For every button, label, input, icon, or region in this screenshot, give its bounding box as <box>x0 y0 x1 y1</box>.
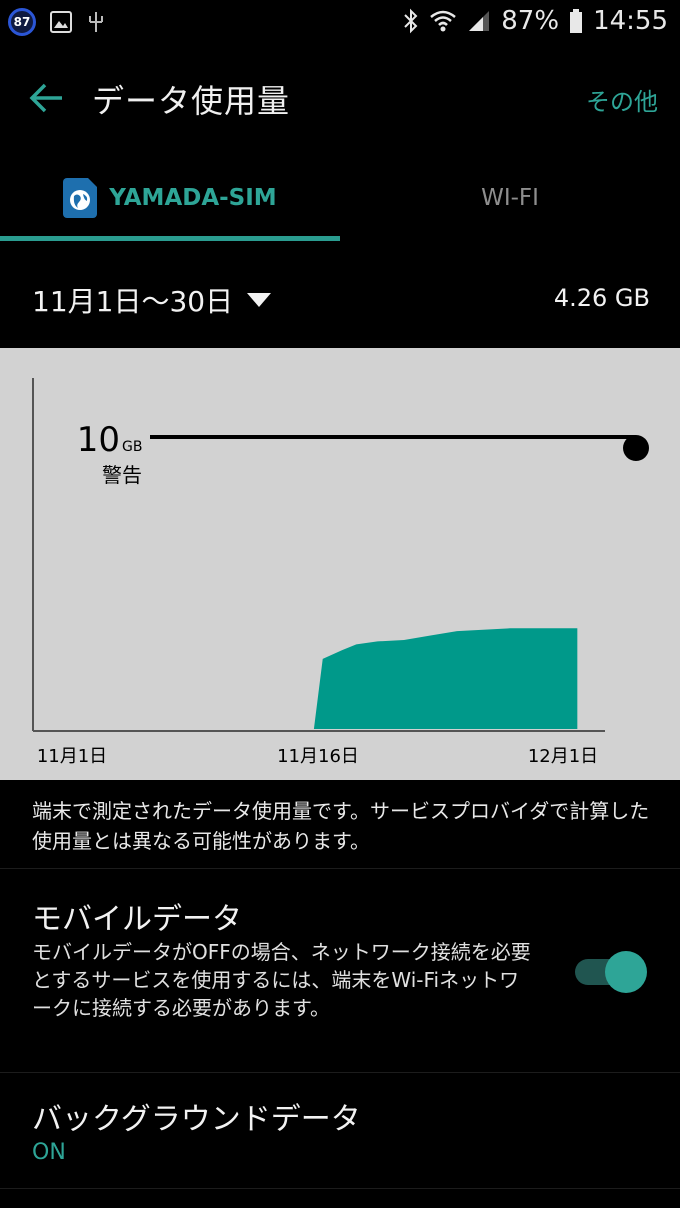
bluetooth-icon <box>404 8 418 34</box>
status-right: 87% 14:55 <box>403 6 668 36</box>
battery-icon <box>570 9 583 33</box>
period-label: 11月1日〜30日 <box>32 285 234 318</box>
app-bar: データ使用量 その他 <box>0 48 680 152</box>
clock: 14:55 <box>593 6 668 36</box>
total-usage: 4.26 GB <box>553 284 650 312</box>
usb-icon <box>89 12 103 32</box>
tab-label: YAMADA-SIM <box>109 185 277 211</box>
mobile-data-setting[interactable]: モバイルデータ モバイルデータがOFFの場合、ネットワーク接続を必要とするサービ… <box>0 880 680 1070</box>
battery-percent: 87% <box>501 6 560 36</box>
sim-globe-icon <box>63 178 98 218</box>
period-row: 11月1日〜30日 4.26 GB <box>0 246 680 346</box>
tab-wifi[interactable]: WI-FI <box>340 152 680 244</box>
x-tick-label: 12月1日 <box>528 746 598 767</box>
warning-label: 警告 <box>102 463 142 487</box>
warning-unit: GB <box>122 439 142 455</box>
usage-note: 端末で測定されたデータ使用量です。サービスプロバイダで計算した使用量とは異なる可… <box>32 799 650 853</box>
background-data-setting[interactable]: バックグラウンドデータ ON <box>0 1080 680 1180</box>
divider <box>0 1072 680 1073</box>
tab-label: WI-FI <box>481 185 539 211</box>
mobile-data-title: モバイルデータ <box>32 902 242 937</box>
x-tick-label: 11月16日 <box>277 746 359 767</box>
warning-value: 10 <box>77 420 120 460</box>
usage-chart-svg: 10 GB 警告 11月1日 11月16日 12月1日 <box>32 378 649 767</box>
back-arrow-icon[interactable] <box>28 78 68 118</box>
notification-count-badge: 87 <box>8 8 36 36</box>
signal-icon <box>469 11 490 31</box>
usage-chart: 10 GB 警告 11月1日 11月16日 12月1日 <box>0 348 680 780</box>
background-data-value: ON <box>32 1140 66 1165</box>
background-data-title: バックグラウンドデータ <box>32 1102 361 1137</box>
divider <box>0 868 680 869</box>
mobile-data-toggle[interactable] <box>575 951 647 993</box>
warning-handle[interactable] <box>623 435 649 461</box>
dropdown-caret-icon <box>247 293 272 307</box>
usage-area <box>301 628 578 729</box>
toggle-knob <box>605 951 647 993</box>
status-left: 87 <box>8 8 106 36</box>
more-button[interactable]: その他 <box>586 82 658 117</box>
tab-yamada-sim[interactable]: YAMADA-SIM <box>0 152 340 244</box>
sim-tabs: YAMADA-SIM WI-FI <box>0 152 680 244</box>
image-icon <box>50 11 72 33</box>
page-title: データ使用量 <box>92 82 291 120</box>
status-bar: 87 87% 14:55 <box>0 0 680 48</box>
period-dropdown[interactable]: 11月1日〜30日 <box>32 280 272 320</box>
x-tick-label: 11月1日 <box>37 746 107 767</box>
divider <box>0 1188 680 1189</box>
wifi-icon <box>430 10 457 32</box>
mobile-data-description: モバイルデータがOFFの場合、ネットワーク接続を必要とするサービスを使用するには… <box>32 940 531 1020</box>
active-tab-indicator <box>0 236 340 241</box>
